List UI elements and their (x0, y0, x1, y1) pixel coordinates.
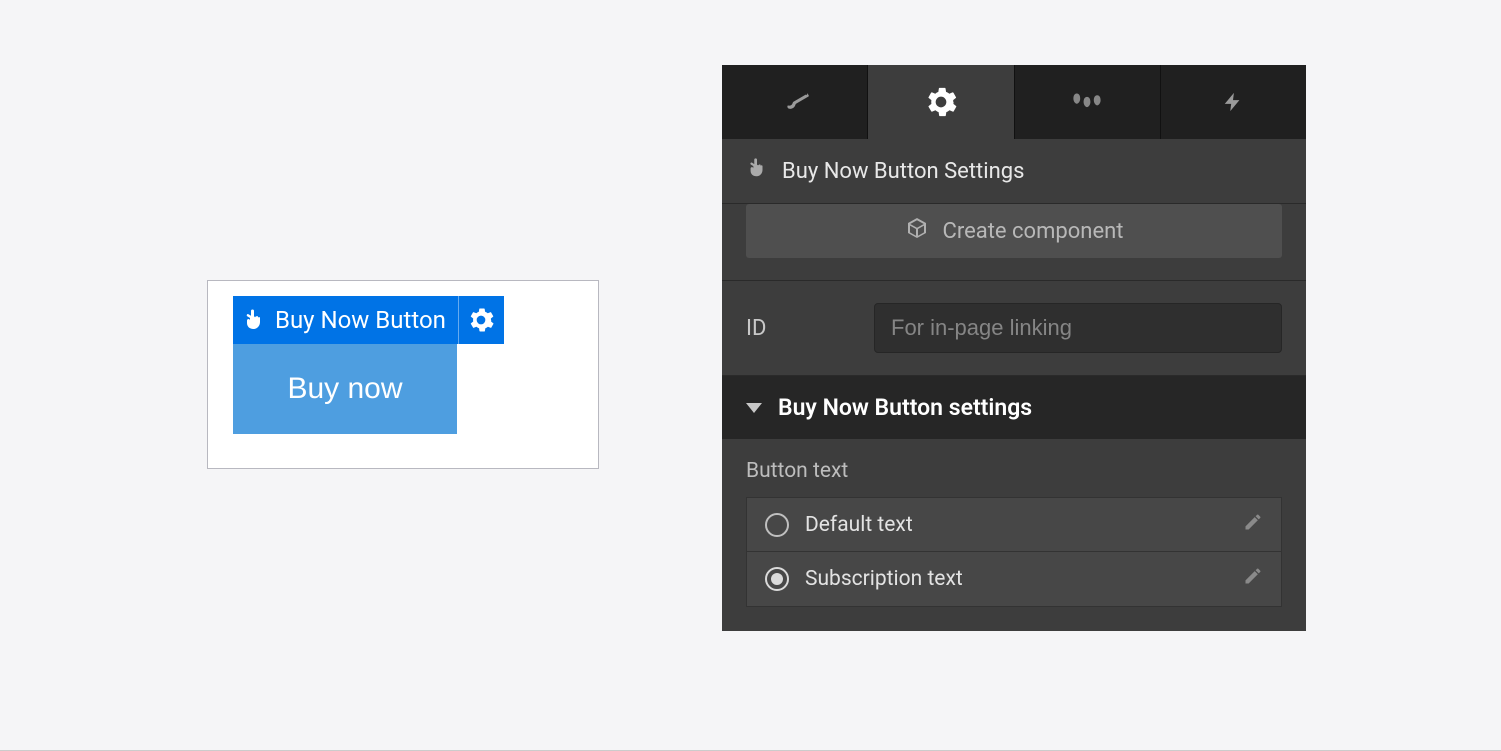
button-text-label: Button text (722, 439, 1306, 497)
settings-panel: Buy Now Button Settings Create component… (722, 65, 1306, 631)
id-label: ID (746, 316, 846, 341)
chevron-down-icon (746, 403, 762, 413)
option-label: Default text (805, 513, 913, 537)
tab-interactions[interactable] (1161, 65, 1306, 139)
option-default-text[interactable]: Default text (746, 497, 1282, 552)
edit-icon[interactable] (1243, 512, 1263, 538)
accordion-title: Buy Now Button settings (778, 394, 1032, 421)
tab-settings[interactable] (868, 65, 1014, 139)
tab-effects[interactable] (1015, 65, 1161, 139)
tab-style[interactable] (722, 65, 868, 139)
radio-unselected-icon (765, 513, 789, 537)
option-label: Subscription text (805, 567, 963, 591)
accordion-header[interactable]: Buy Now Button settings (722, 376, 1306, 439)
id-row: ID (722, 281, 1306, 376)
hand-pointer-icon (233, 296, 275, 344)
create-component-wrap: Create component (722, 204, 1306, 281)
canvas-element[interactable]: Buy Now Button Buy now (207, 280, 599, 469)
radio-selected-icon (765, 567, 789, 591)
id-input[interactable] (874, 303, 1282, 353)
settings-header-title: Buy Now Button Settings (782, 159, 1024, 184)
buy-now-button[interactable]: Buy now (233, 344, 457, 434)
element-label-bar[interactable]: Buy Now Button (233, 296, 504, 344)
panel-tabs (722, 65, 1306, 139)
create-component-button[interactable]: Create component (746, 204, 1282, 258)
option-subscription-text[interactable]: Subscription text (746, 552, 1282, 607)
create-component-label: Create component (943, 219, 1124, 244)
edit-icon[interactable] (1243, 566, 1263, 592)
element-gear-button[interactable] (458, 296, 504, 344)
button-text-options: Default text Subscription text (722, 497, 1306, 631)
settings-header: Buy Now Button Settings (722, 139, 1306, 204)
element-label: Buy Now Button (275, 306, 458, 334)
cube-icon (905, 216, 929, 246)
hand-pointer-icon (746, 157, 768, 185)
